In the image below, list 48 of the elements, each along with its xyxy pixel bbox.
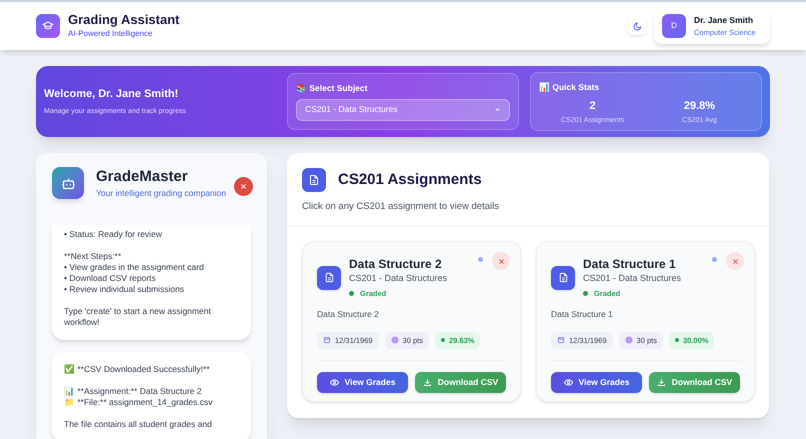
assignments-subtitle: Click on any CS201 assignment to view details xyxy=(302,200,500,214)
subject-label: 📚 Select Subject xyxy=(296,82,368,95)
chat-message: • Status: Ready for review **Next Steps:** • View grades in the assignment card • Download CSV reports • Review individual submissions Type 'create' to start a new assignment workflow! xyxy=(52,225,251,340)
assignment-title: Data Structure 2 xyxy=(349,256,443,272)
stat-value: 29.8% xyxy=(682,98,716,114)
calendar-icon xyxy=(557,336,565,344)
eye-icon xyxy=(330,378,339,387)
assignment-title: Data Structure 1 xyxy=(583,256,677,272)
app-title: Grading Assistant xyxy=(68,12,180,28)
user-name: Dr. Jane Smith xyxy=(694,14,754,27)
download-icon xyxy=(656,378,666,387)
download-csv-button[interactable]: Download CSV xyxy=(415,372,506,393)
app-subtitle: AI-Powered Intelligence xyxy=(68,28,154,40)
subject-select[interactable]: CS201 - Data Structures xyxy=(296,98,510,121)
moon-icon xyxy=(632,22,642,30)
chevron-down-icon xyxy=(494,106,501,114)
robot-icon xyxy=(52,167,84,199)
download-csv-button[interactable]: Download CSV xyxy=(649,372,740,393)
target-icon xyxy=(624,336,633,344)
course-name: CS201 - Data Structures xyxy=(583,272,682,286)
welcome-heading: Welcome, Dr. Jane Smith! xyxy=(44,87,180,102)
calendar-icon xyxy=(323,336,331,344)
theme-toggle-button[interactable] xyxy=(628,17,646,35)
graduation-cap-icon xyxy=(36,14,60,38)
document-icon xyxy=(317,266,341,290)
close-icon xyxy=(240,183,247,190)
eye-icon xyxy=(564,378,573,387)
view-grades-button[interactable]: View Grades xyxy=(551,372,642,393)
assignments-title: CS201 Assignments xyxy=(338,170,482,190)
close-button[interactable] xyxy=(234,177,253,196)
chat-subtitle: Your intelligent grading companion xyxy=(96,187,226,200)
close-icon xyxy=(732,258,738,265)
user-avatar: D xyxy=(662,14,686,38)
document-icon xyxy=(551,266,575,290)
delete-button[interactable] xyxy=(726,252,744,270)
view-grades-button[interactable]: View Grades xyxy=(317,372,408,393)
delete-button[interactable] xyxy=(492,252,510,270)
document-icon xyxy=(302,168,326,192)
assignment-description: Data Structure 1 xyxy=(551,308,614,321)
quick-stats-label: 📊 Quick Stats xyxy=(539,81,600,94)
assignment-description: Data Structure 2 xyxy=(317,308,380,321)
close-icon xyxy=(498,258,504,265)
course-name: CS201 - Data Structures xyxy=(349,272,448,286)
download-icon xyxy=(422,378,432,387)
stat-value: 2 xyxy=(588,98,597,114)
target-icon xyxy=(390,336,399,344)
chat-message: ✅ **CSV Downloaded Successfully!** 📊 **Assignment:** Data Structure 2 📁 **File:** assignment_14_grades.csv The file contains all student grades and xyxy=(52,352,251,439)
chat-title: GradeMaster xyxy=(96,167,189,187)
